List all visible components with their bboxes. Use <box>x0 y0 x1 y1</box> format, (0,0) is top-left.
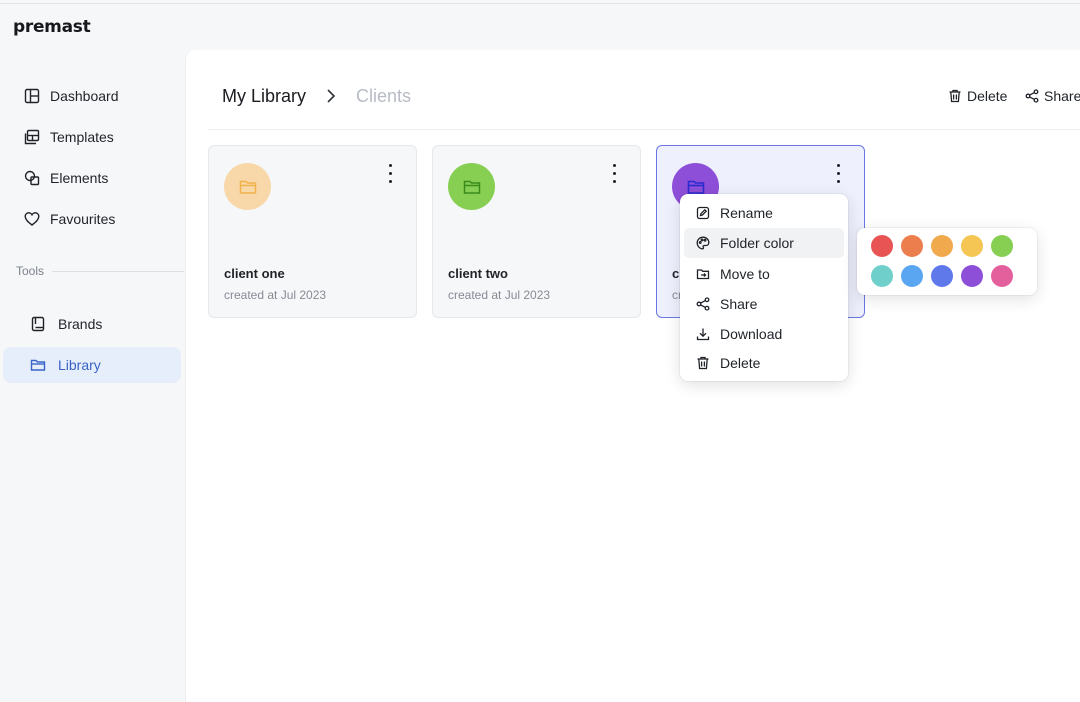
sidebar-item-label: Elements <box>50 170 109 186</box>
book-icon <box>29 315 47 333</box>
menu-item-download[interactable]: Download <box>684 319 844 349</box>
more-options-icon[interactable] <box>386 164 394 188</box>
color-swatch-green[interactable] <box>991 235 1013 257</box>
templates-icon <box>23 128 41 146</box>
sidebar-item-templates[interactable]: Templates <box>3 119 181 155</box>
folder-context-menu: Rename Folder color Move to Share Downlo… <box>680 194 848 381</box>
tools-section-label: Tools <box>16 264 45 278</box>
section-divider <box>52 271 184 272</box>
folder-card[interactable]: client one created at Jul 2023 <box>208 145 417 318</box>
folder-avatar <box>448 163 495 210</box>
menu-item-share[interactable]: Share <box>684 289 844 319</box>
delete-button[interactable]: Delete <box>948 88 1007 104</box>
share-label: Share <box>1044 88 1080 104</box>
menu-item-delete[interactable]: Delete <box>684 348 844 378</box>
chevron-right-icon <box>327 89 336 103</box>
main-panel: My Library Clients Delete Share client o… <box>185 50 1080 702</box>
share-icon <box>696 297 710 311</box>
folder-icon <box>463 180 480 194</box>
move-icon <box>696 269 710 280</box>
edit-icon <box>696 206 710 220</box>
menu-item-label: Share <box>720 296 758 312</box>
palette-icon <box>696 236 710 250</box>
sidebar-item-label: Brands <box>58 316 103 332</box>
sidebar-item-library[interactable]: Library <box>3 347 181 383</box>
color-swatch-red[interactable] <box>871 235 893 257</box>
menu-item-label: Folder color <box>720 235 794 251</box>
share-button[interactable]: Share <box>1025 88 1080 104</box>
top-border <box>0 3 1080 4</box>
breadcrumb-root[interactable]: My Library <box>222 86 306 107</box>
header-divider <box>208 129 1080 130</box>
color-swatch-purple[interactable] <box>961 265 983 287</box>
sidebar-item-label: Library <box>58 357 101 373</box>
folder-name: client one <box>224 266 285 281</box>
menu-item-label: Rename <box>720 205 773 221</box>
sidebar-item-elements[interactable]: Elements <box>3 160 181 196</box>
sidebar-item-dashboard[interactable]: Dashboard <box>3 78 181 114</box>
color-swatch-orange[interactable] <box>901 235 923 257</box>
sidebar: Dashboard Templates Elements Favourites … <box>0 50 184 702</box>
sidebar-item-label: Dashboard <box>50 88 119 104</box>
share-icon <box>1025 89 1039 103</box>
color-swatch-pink[interactable] <box>991 265 1013 287</box>
more-options-icon[interactable] <box>610 164 618 188</box>
sidebar-item-favourites[interactable]: Favourites <box>3 201 181 237</box>
color-swatch-sky-blue[interactable] <box>901 265 923 287</box>
more-options-icon[interactable] <box>834 164 842 188</box>
layout-icon <box>23 87 41 105</box>
menu-item-label: Delete <box>720 355 761 371</box>
sidebar-item-label: Favourites <box>50 211 116 227</box>
folder-icon <box>239 180 256 194</box>
breadcrumb-current: Clients <box>356 86 412 106</box>
folder-icon <box>29 356 47 374</box>
download-icon <box>696 328 710 341</box>
shapes-icon <box>23 169 41 187</box>
trash-icon <box>949 89 961 103</box>
folder-card[interactable]: client two created at Jul 2023 <box>432 145 641 318</box>
sidebar-item-label: Templates <box>50 129 114 145</box>
color-swatch-teal[interactable] <box>871 265 893 287</box>
sidebar-item-brands[interactable]: Brands <box>3 306 181 342</box>
delete-label: Delete <box>967 88 1008 104</box>
menu-item-label: Move to <box>720 266 770 282</box>
folder-name: client two <box>448 266 508 281</box>
app-logo[interactable]: premast <box>13 17 91 37</box>
folder-color-palette <box>857 228 1037 295</box>
heart-icon <box>23 210 41 228</box>
folder-date: created at Jul 2023 <box>448 288 551 302</box>
menu-item-move-to[interactable]: Move to <box>684 259 844 289</box>
menu-item-rename[interactable]: Rename <box>684 198 844 228</box>
folder-date: created at Jul 2023 <box>224 288 327 302</box>
menu-item-folder-color[interactable]: Folder color <box>684 228 844 258</box>
folder-avatar <box>224 163 271 210</box>
color-swatch-light-orange[interactable] <box>931 235 953 257</box>
trash-icon <box>697 356 709 370</box>
color-swatch-blue[interactable] <box>931 265 953 287</box>
color-swatch-yellow[interactable] <box>961 235 983 257</box>
menu-item-label: Download <box>720 326 783 342</box>
